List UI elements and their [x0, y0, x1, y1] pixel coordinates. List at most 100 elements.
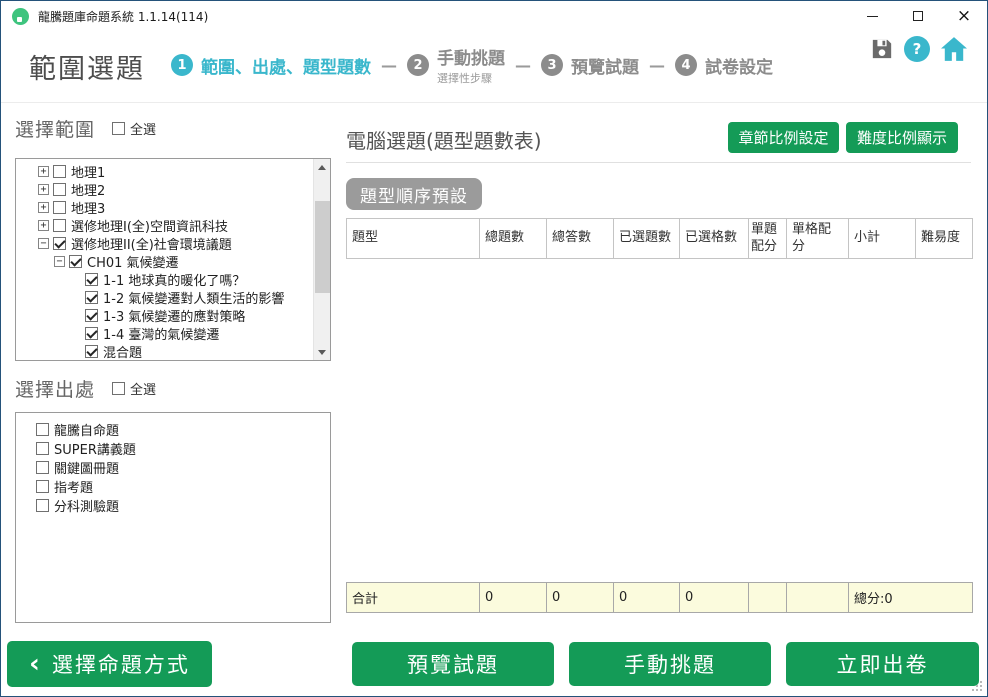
source-item-label: 分科測驗題 — [54, 496, 119, 515]
source-item-label: SUPER講義題 — [54, 439, 136, 458]
tree-row[interactable]: + 地理3 — [16, 198, 313, 216]
range-select-all-checkbox[interactable] — [112, 122, 125, 135]
tree-row[interactable]: − 選修地理II(全)社會環境議題 — [16, 234, 313, 252]
range-select-all-label: 全選 — [130, 119, 156, 138]
step-2-sublabel: 選擇性步驟 — [437, 70, 505, 86]
source-item-label: 指考題 — [54, 477, 93, 496]
page-title: 範圍選題 — [29, 47, 145, 86]
tree-checkbox[interactable] — [85, 327, 98, 340]
resize-grip[interactable] — [972, 681, 982, 691]
wizard-steps: 1 範圍、出處、題型題數 — 2 手動挑題 選擇性步驟 — 3 預覽試題 — 4… — [171, 43, 773, 87]
source-checkbox[interactable] — [36, 442, 49, 455]
source-row[interactable]: SUPER講義題 — [16, 439, 330, 458]
step-2-badge: 2 — [407, 54, 429, 76]
source-item-label: 龍騰自命題 — [54, 420, 119, 439]
tree-expander-icon[interactable]: − — [38, 238, 49, 249]
difficulty-ratio-button[interactable]: 難度比例顯示 — [846, 122, 958, 153]
save-button[interactable] — [871, 38, 893, 60]
tree-expander-icon[interactable]: + — [38, 184, 49, 195]
source-select-all-checkbox[interactable] — [112, 382, 125, 395]
tree-row[interactable]: − CH01 氣候變遷 — [16, 252, 313, 270]
minimize-button[interactable] — [849, 1, 895, 31]
arrow-up-icon — [318, 165, 326, 170]
tree-checkbox[interactable] — [85, 345, 98, 358]
tree-item-label: 混合題 — [103, 342, 142, 361]
source-item-label: 關鍵圖冊題 — [54, 458, 119, 477]
tree-expander-icon[interactable] — [70, 310, 81, 321]
source-list-box: 龍騰自命題 SUPER講義題 關鍵圖冊題 指考題 分科測驗題 — [15, 412, 331, 623]
computer-select-title: 電腦選題(題型題數表) — [346, 125, 542, 154]
source-row[interactable]: 指考題 — [16, 477, 330, 496]
back-to-method-button[interactable]: ‹ 選擇命題方式 — [7, 641, 212, 687]
manual-pick-button[interactable]: 手動挑題 — [569, 642, 771, 686]
tree-checkbox[interactable] — [85, 309, 98, 322]
home-button[interactable] — [941, 37, 967, 61]
preview-questions-button[interactable]: 預覽試題 — [352, 642, 554, 686]
total-cell: 0 — [547, 583, 614, 612]
total-cell: 0 — [614, 583, 680, 612]
column-header: 題型 — [347, 219, 480, 258]
step-separator: — — [649, 56, 665, 75]
title-bar: 龍騰題庫命題系統 1.1.14(114) × — [1, 1, 987, 31]
source-checkbox[interactable] — [36, 461, 49, 474]
scroll-down-button[interactable] — [314, 344, 330, 360]
tree-item-label: 地理2 — [71, 180, 105, 199]
tree-scrollbar[interactable] — [313, 159, 330, 360]
tree-checkbox[interactable] — [53, 237, 66, 250]
help-button[interactable]: ? — [904, 36, 930, 62]
tree-checkbox[interactable] — [85, 273, 98, 286]
source-checkbox[interactable] — [36, 499, 49, 512]
tree-row[interactable]: 1-4 臺灣的氣候變遷 — [16, 324, 313, 342]
tree-row[interactable]: + 選修地理I(全)空間資訊科技 — [16, 216, 313, 234]
source-row[interactable]: 關鍵圖冊題 — [16, 458, 330, 477]
tree-expander-icon[interactable] — [70, 274, 81, 285]
source-row[interactable]: 龍騰自命題 — [16, 420, 330, 439]
step-3-badge: 3 — [541, 54, 563, 76]
total-score-cell: 總分:0 — [849, 583, 972, 612]
range-tree-box: + 地理1 + 地理2 + 地理3 + 選修地理I(全)空間資訊科技 − — [15, 158, 331, 361]
step-1-badge: 1 — [171, 54, 193, 76]
generate-paper-button[interactable]: 立即出卷 — [786, 642, 979, 686]
tree-row[interactable]: 1-3 氣候變遷的應對策略 — [16, 306, 313, 324]
tree-expander-icon[interactable] — [70, 292, 81, 303]
tree-row[interactable]: + 地理2 — [16, 180, 313, 198]
save-icon — [871, 38, 893, 60]
step-4-badge: 4 — [675, 54, 697, 76]
maximize-icon — [913, 11, 923, 21]
maximize-button[interactable] — [895, 1, 941, 31]
type-order-button[interactable]: 題型順序預設 — [346, 178, 482, 210]
tree-row[interactable]: 1-1 地球真的暖化了嗎？ — [16, 270, 313, 288]
tree-item-label: 1-2 氣候變遷對人類生活的影響 — [103, 288, 284, 307]
tree-row[interactable]: 1-2 氣候變遷對人類生活的影響 — [16, 288, 313, 306]
tree-item-label: 地理3 — [71, 198, 105, 217]
main-divider — [346, 162, 971, 163]
column-header: 難易度 — [916, 219, 972, 258]
column-header: 已選格數 — [680, 219, 749, 258]
tree-checkbox[interactable] — [53, 219, 66, 232]
home-icon — [941, 37, 967, 61]
tree-checkbox[interactable] — [69, 255, 82, 268]
tree-expander-icon[interactable]: + — [38, 220, 49, 231]
source-checkbox[interactable] — [36, 480, 49, 493]
tree-checkbox[interactable] — [53, 183, 66, 196]
scroll-up-button[interactable] — [314, 159, 330, 175]
tree-checkbox[interactable] — [53, 165, 66, 178]
scrollbar-thumb[interactable] — [315, 201, 330, 293]
tree-expander-icon[interactable]: − — [54, 256, 65, 267]
tree-expander-icon[interactable] — [70, 328, 81, 339]
tree-expander-icon[interactable] — [70, 346, 81, 357]
source-checkbox[interactable] — [36, 423, 49, 436]
app-logo-icon — [12, 8, 29, 25]
close-button[interactable]: × — [941, 1, 987, 31]
tree-expander-icon[interactable]: + — [38, 202, 49, 213]
arrow-down-icon — [318, 350, 326, 355]
chapter-ratio-button[interactable]: 章節比例設定 — [728, 122, 839, 153]
tree-checkbox[interactable] — [53, 201, 66, 214]
tree-expander-icon[interactable]: + — [38, 166, 49, 177]
tree-checkbox[interactable] — [85, 291, 98, 304]
back-button-label: 選擇命題方式 — [52, 649, 190, 679]
source-row[interactable]: 分科測驗題 — [16, 496, 330, 515]
tree-row[interactable]: 混合題 — [16, 342, 313, 360]
tree-row[interactable]: + 地理1 — [16, 162, 313, 180]
app-window: 龍騰題庫命題系統 1.1.14(114) × 範圍選題 1 範圍、出處、題型題數… — [0, 0, 988, 697]
